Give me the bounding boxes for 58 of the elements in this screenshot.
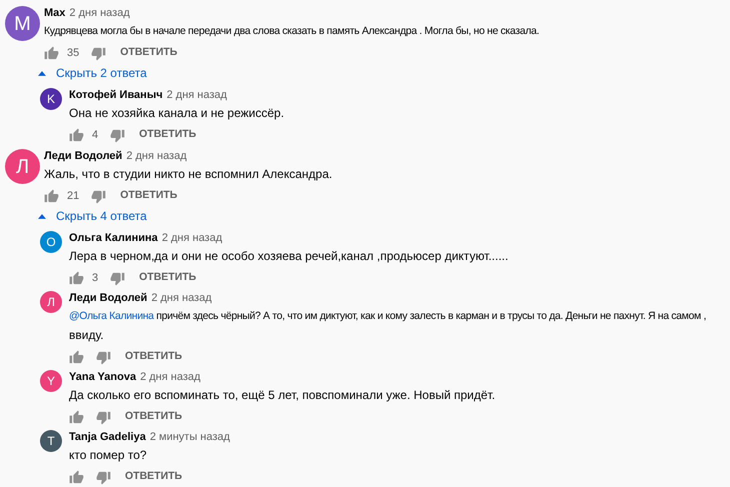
author-name[interactable]: Max [44, 5, 66, 21]
thumbs-up-icon[interactable] [69, 270, 84, 286]
thumbs-up-icon[interactable] [44, 46, 59, 60]
thumbs-up-icon[interactable] [69, 350, 84, 364]
thumbs-down-icon[interactable] [96, 410, 111, 424]
comment-text: кто помер то? [69, 447, 148, 464]
timestamp[interactable]: 2 дня назад [166, 87, 227, 103]
thumbs-up-icon[interactable] [69, 128, 84, 142]
avatar[interactable]: K [40, 88, 62, 110]
author-name[interactable]: Tanja Gadeliya [69, 429, 146, 445]
timestamp[interactable]: 2 дня назад [151, 290, 212, 306]
comment-text: Она не хозяйка канала и не режиссёр. [69, 105, 284, 122]
mention-link[interactable]: @Ольга Калинина [69, 310, 156, 322]
author-name[interactable]: Котофей Иваныч [69, 87, 163, 103]
thumbs-up-icon[interactable] [69, 410, 84, 424]
thumbs-up-icon[interactable] [69, 470, 84, 484]
reply-button[interactable]: ОТВЕТИТЬ [120, 188, 178, 204]
avatar[interactable]: Л [40, 291, 62, 313]
thumbs-down-icon[interactable] [110, 270, 126, 286]
caret-icon [38, 214, 46, 218]
reply-button[interactable]: ОТВЕТИТЬ [139, 270, 196, 286]
timestamp[interactable]: 2 дня назад [140, 369, 200, 385]
comment-text: Да сколько его вспоминать то, ещё 5 лет, повспоминали уже. Новый придёт. [69, 387, 496, 404]
avatar[interactable]: Л [5, 149, 40, 184]
like-count: 35 [67, 46, 80, 61]
replies-toggle[interactable]: Скрыть 4 ответа [38, 206, 730, 226]
caret-icon [38, 70, 46, 76]
comment-text: @Ольга Калинина причём здесь чёрный? А то, что им диктуют, как и кому залесть в карман и в трусы то да. Деньги не пахнут. Я на самом , ввиду. [69, 309, 706, 344]
like-count: 21 [67, 188, 80, 204]
like-count: 4 [92, 128, 98, 143]
replies-toggle[interactable]: Скрыть 2 ответа [38, 63, 730, 83]
timestamp[interactable]: 2 минуты назад [150, 429, 230, 445]
thumbs-down-icon[interactable] [91, 46, 106, 60]
thumbs-up-icon[interactable] [44, 188, 59, 204]
reply-button[interactable]: ОТВЕТИТЬ [125, 409, 182, 425]
avatar[interactable]: T [40, 430, 62, 452]
author-name[interactable]: Ольга Калинина [69, 230, 158, 246]
avatar[interactable]: M [5, 6, 40, 41]
thumbs-down-icon[interactable] [91, 188, 106, 204]
reply-button[interactable]: ОТВЕТИТЬ [139, 127, 196, 143]
reply-button[interactable]: ОТВЕТИТЬ [120, 45, 178, 61]
timestamp[interactable]: 2 дня назад [162, 230, 222, 246]
like-count: 3 [92, 270, 98, 286]
thumbs-down-icon[interactable] [110, 128, 126, 142]
author-name[interactable]: Yana Yanova [69, 369, 136, 385]
avatar[interactable]: О [40, 231, 62, 253]
avatar[interactable]: Y [40, 370, 62, 392]
thumbs-down-icon[interactable] [96, 350, 111, 364]
reply-button[interactable]: ОТВЕТИТЬ [125, 469, 182, 485]
author-name[interactable]: Леди Водолей [44, 148, 122, 164]
comment-text: Жаль, что в студии никто не вспомнил Александра. [44, 166, 332, 183]
timestamp[interactable]: 2 дня назад [126, 148, 187, 164]
timestamp[interactable]: 2 дня назад [69, 5, 130, 21]
thumbs-down-icon[interactable] [96, 470, 111, 484]
author-name[interactable]: Леди Водолей [69, 290, 148, 306]
comment-text: Кудрявцева могла бы в начале передачи два слова сказать в память Александра . Могла бы, но не сказала. [44, 24, 540, 39]
reply-button[interactable]: ОТВЕТИТЬ [125, 349, 182, 365]
comment-text: Лера в черном,да и они не особо хозяева речей,канал ,продьюсер диктуют...... [69, 248, 508, 265]
